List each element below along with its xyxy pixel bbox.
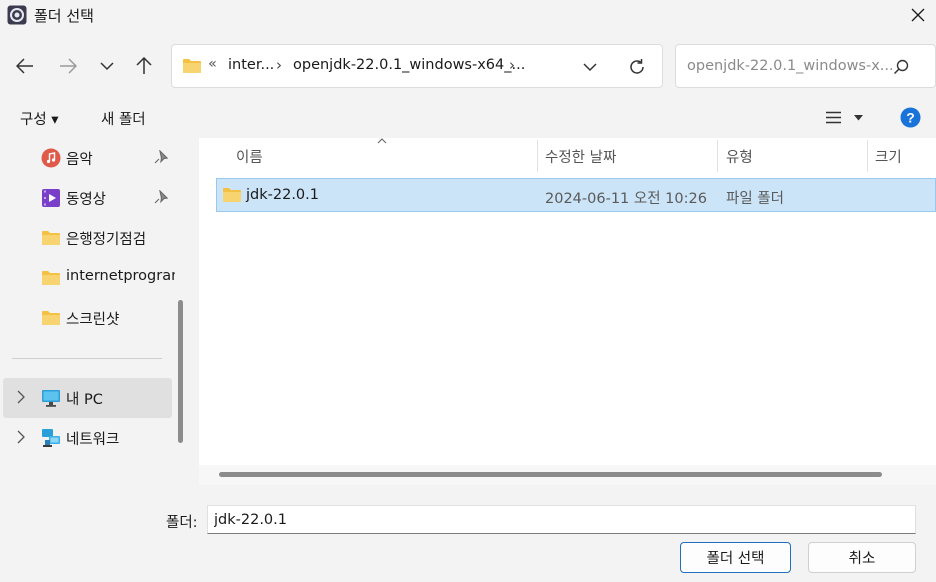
- breadcrumb-item[interactable]: openjdk-22.0.1_windows-x64_...: [293, 57, 525, 73]
- new-folder-button[interactable]: 새 폴더: [101, 108, 146, 129]
- column-header-type[interactable]: 유형: [726, 146, 753, 167]
- list-view-icon: [826, 111, 841, 124]
- cancel-button[interactable]: 취소: [808, 542, 916, 573]
- recent-locations-button[interactable]: [91, 50, 123, 82]
- sidebar-item-folder[interactable]: internetprogram: [0, 258, 175, 298]
- breadcrumb-separator[interactable]: ›: [509, 56, 515, 74]
- arrow-left-icon: [16, 58, 33, 74]
- music-icon: [41, 148, 61, 168]
- column-divider[interactable]: [867, 140, 868, 172]
- column-divider[interactable]: [717, 140, 718, 172]
- search-box[interactable]: openjdk-22.0.1_windows-x...: [675, 44, 936, 88]
- column-header-modified[interactable]: 수정한 날짜: [545, 146, 616, 167]
- sidebar-item-music[interactable]: 음악: [0, 138, 175, 178]
- sidebar-item-label: 스크린샷: [66, 312, 120, 328]
- sidebar-item-network[interactable]: 네트워크: [0, 418, 175, 458]
- file-list[interactable]: 이름 수정한 날짜 유형 크기 jdk-22.0.1 2024-06-11 오전…: [199, 138, 936, 485]
- refresh-button[interactable]: [622, 53, 652, 81]
- file-name[interactable]: jdk-22.0.1: [246, 187, 319, 203]
- folder-icon: [183, 59, 201, 73]
- horizontal-scrollbar-thumb[interactable]: [219, 472, 882, 477]
- sidebar-item-label: 음악: [66, 152, 93, 168]
- organize-button[interactable]: 구성 ▾: [20, 108, 59, 129]
- sort-ascending-icon: [377, 138, 387, 144]
- close-icon: [911, 8, 925, 22]
- sidebar-divider: [12, 358, 162, 359]
- pin-icon: [154, 190, 168, 204]
- sidebar-scrollbar[interactable]: [178, 300, 183, 443]
- chevron-down-icon: [100, 62, 114, 71]
- sidebar-item-folder[interactable]: 스크린샷: [0, 298, 175, 338]
- sidebar-item-label: 네트워크: [66, 432, 120, 448]
- forward-button[interactable]: [52, 50, 84, 82]
- view-options-button[interactable]: [822, 108, 870, 128]
- back-button[interactable]: [9, 50, 41, 82]
- folder-icon: [223, 188, 241, 202]
- pin-icon: [154, 150, 168, 164]
- computer-icon: [42, 390, 60, 407]
- sidebar-item-label: 은행정기점검: [66, 232, 147, 248]
- breadcrumb-overflow[interactable]: «: [208, 56, 217, 72]
- select-folder-button[interactable]: 폴더 선택: [680, 542, 791, 573]
- address-bar[interactable]: « inter... › openjdk-22.0.1_windows-x64_…: [171, 44, 663, 88]
- column-divider[interactable]: [537, 140, 538, 172]
- chevron-right-icon[interactable]: [16, 430, 26, 444]
- search-icon: [893, 59, 909, 75]
- navigation-pane[interactable]: 음악 동영상 은행정기점검 internetprogram 스크린샷 내 PC …: [0, 138, 175, 485]
- arrow-right-icon: [60, 58, 77, 74]
- sidebar-item-folder[interactable]: 은행정기점검: [0, 218, 175, 258]
- chevron-right-icon[interactable]: [16, 390, 26, 404]
- svg-text:?: ?: [906, 110, 915, 126]
- network-icon: [42, 429, 60, 447]
- up-button[interactable]: [128, 50, 160, 82]
- folder-icon: [42, 231, 60, 245]
- caret-down-icon: [854, 115, 863, 121]
- folder-name-input[interactable]: [207, 505, 916, 534]
- window-title: 폴더 선택: [34, 7, 94, 25]
- search-placeholder[interactable]: openjdk-22.0.1_windows-x...: [687, 58, 894, 74]
- help-icon: ?: [900, 107, 921, 128]
- folder-icon: [42, 311, 60, 325]
- refresh-icon: [630, 59, 644, 74]
- column-header-size[interactable]: 크기: [875, 146, 902, 167]
- folder-label: 폴더:: [166, 515, 198, 531]
- sidebar-item-label: internetprogram: [66, 268, 175, 284]
- sidebar-item-this-pc[interactable]: 내 PC: [3, 378, 172, 418]
- breadcrumb-separator[interactable]: ›: [276, 56, 282, 74]
- close-button[interactable]: [900, 0, 936, 30]
- file-type: 파일 폴더: [726, 191, 784, 207]
- title-bar: [0, 0, 936, 30]
- breadcrumb-item[interactable]: inter...: [228, 57, 274, 73]
- sidebar-item-video[interactable]: 동영상: [0, 178, 175, 218]
- table-row[interactable]: jdk-22.0.1 2024-06-11 오전 10:26 파일 폴더: [216, 178, 936, 212]
- column-header-name[interactable]: 이름: [236, 146, 263, 167]
- video-icon: [42, 189, 60, 207]
- address-history-button[interactable]: [575, 53, 605, 81]
- folder-icon: [42, 271, 60, 285]
- sidebar-item-label: 내 PC: [66, 392, 103, 408]
- chevron-down-icon: [583, 62, 597, 71]
- sidebar-item-label: 동영상: [66, 192, 107, 208]
- arrow-up-icon: [136, 57, 152, 74]
- app-icon: [7, 5, 27, 25]
- file-modified-date: 2024-06-11 오전 10:26: [545, 191, 707, 207]
- help-button[interactable]: ?: [900, 107, 921, 128]
